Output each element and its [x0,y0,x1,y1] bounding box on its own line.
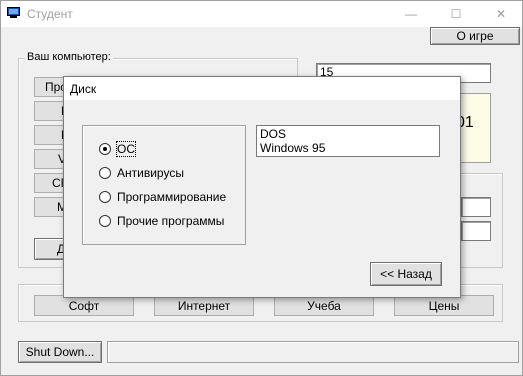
radio-os-label: ОС [116,141,136,157]
radio-unselected-icon [99,167,111,179]
status-bar [107,341,519,363]
radio-other-programs-label: Прочие программы [117,214,225,228]
disk-dialog: Диск ОС Антивирусы Программирование Проч… [63,76,461,298]
minimize-icon[interactable]: — [396,4,426,24]
close-icon[interactable]: ✕ [486,4,516,24]
computer-group-caption: Ваш компьютер: [25,51,113,63]
radio-other-programs[interactable]: Прочие программы [99,214,224,228]
window-title: Студент [27,7,73,21]
list-item[interactable]: DOS [260,127,436,141]
shutdown-button[interactable]: Shut Down... [18,341,102,363]
radio-antivirus-label: Антивирусы [117,166,184,180]
about-game-button[interactable]: О игре [430,27,520,45]
back-button[interactable]: << Назад [370,262,442,286]
right-field-1 [461,197,491,217]
computer-icon [7,7,20,18]
radio-programming[interactable]: Программирование [99,190,226,204]
list-item[interactable]: Windows 95 [260,141,436,155]
title-bar: Студент — ☐ ✕ [1,1,522,27]
right-field-2 [461,221,491,241]
radio-programming-label: Программирование [117,190,227,204]
radio-unselected-icon [99,191,111,203]
radio-antivirus[interactable]: Антивирусы [99,166,184,180]
radio-os[interactable]: ОС [99,141,136,157]
category-radio-group: ОС Антивирусы Программирование Прочие пр… [82,125,246,245]
maximize-icon[interactable]: ☐ [441,4,471,24]
radio-unselected-icon [99,215,111,227]
prices-button[interactable]: Цены [394,295,494,316]
dialog-title: Диск [70,82,97,96]
software-listbox[interactable]: DOS Windows 95 [256,125,440,157]
internet-button[interactable]: Интернет [154,295,254,316]
radio-selected-icon [99,143,111,155]
dialog-title-bar: Диск [64,77,460,100]
soft-button[interactable]: Софт [34,295,134,316]
study-button[interactable]: Учеба [274,295,374,316]
